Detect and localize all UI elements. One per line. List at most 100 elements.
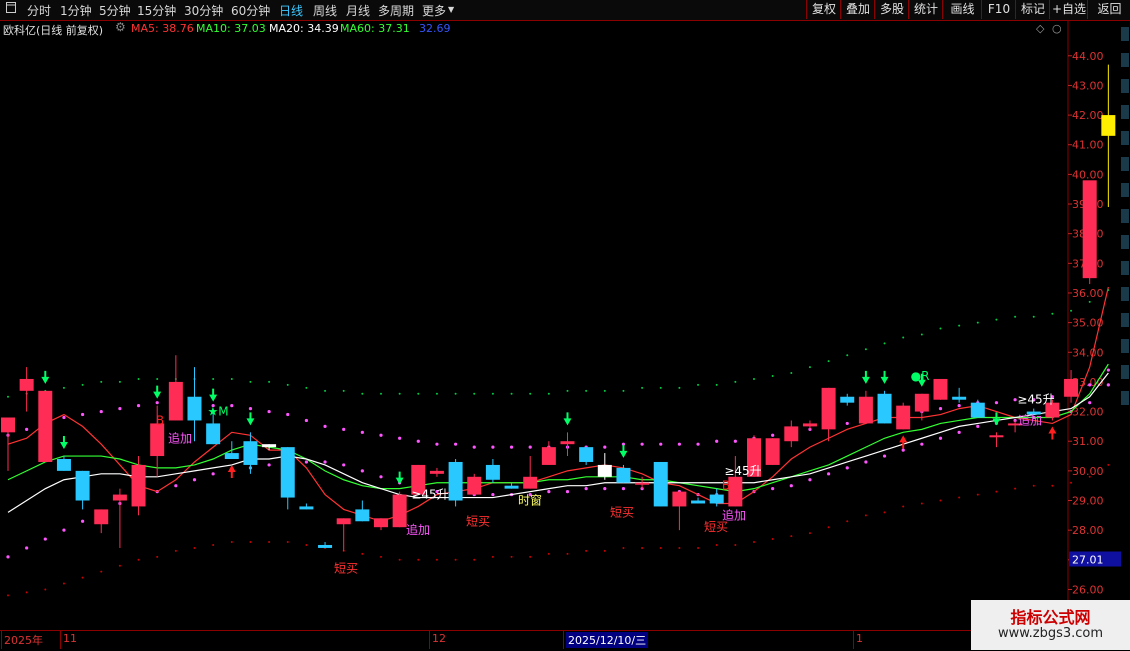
candle-body [504, 485, 519, 489]
indicator-dot [1014, 487, 1017, 490]
candle-body [224, 453, 239, 460]
down-arrow-icon [992, 412, 1001, 426]
side-tab[interactable] [1121, 105, 1129, 119]
candle-body [19, 378, 34, 391]
candle-body [728, 476, 743, 507]
date-tick-label: 2025/12/10/三 [566, 632, 649, 648]
candle-body [691, 500, 706, 504]
price-tick-label: 36.00 [1072, 287, 1104, 300]
side-tab[interactable] [1121, 261, 1129, 275]
up-arrow-icon [1048, 426, 1057, 440]
indicator-dot [584, 487, 588, 491]
indicator-dot [192, 478, 197, 482]
side-tab[interactable] [1121, 287, 1129, 301]
side-tab[interactable] [1121, 339, 1129, 353]
price-tick-label: 28.00 [1072, 524, 1104, 537]
indicator-dot [883, 511, 886, 514]
indicator-dot [286, 412, 290, 417]
price-tick-label: 26.00 [1072, 583, 1104, 596]
indicator-dot [753, 377, 755, 380]
indicator-dot [976, 321, 979, 324]
date-axis: 2025年 11 12 2025/12/10/三 1 [0, 630, 1068, 651]
indicator-dot [62, 415, 66, 420]
indicator-dot [100, 570, 103, 573]
candle-body [1064, 378, 1079, 397]
indicator-dot [1070, 309, 1073, 312]
indicator-dot [864, 348, 867, 351]
signal-label: 短买 [704, 520, 728, 534]
indicator-dot [659, 546, 662, 549]
indicator-dot [491, 392, 494, 395]
indicator-dot [622, 389, 625, 392]
price-tick-label: 32.00 [1072, 406, 1104, 419]
price-tick-label: 40.00 [1072, 168, 1104, 181]
date-tick-label: 12 [432, 632, 446, 645]
candle-body [765, 438, 780, 465]
indicator-dot [212, 377, 215, 380]
side-tab[interactable] [1121, 235, 1129, 249]
candle-body [970, 402, 985, 418]
watermark: 指标公式网 www.zbgs3.com [971, 600, 1130, 650]
indicator-dot [342, 463, 346, 467]
indicator-dot [603, 389, 606, 392]
indicator-dot [25, 546, 29, 550]
side-panel-strip[interactable] [1120, 21, 1130, 631]
candle-body [616, 467, 631, 483]
indicator-dot [995, 318, 998, 321]
candle-body [485, 464, 500, 480]
indicator-dot [1088, 401, 1092, 405]
indicator-dot [230, 404, 234, 408]
indicator-dot [305, 386, 308, 389]
indicator-dot [902, 336, 905, 339]
side-tab[interactable] [1121, 79, 1129, 93]
indicator-dot [641, 546, 644, 549]
indicator-dot [715, 543, 718, 546]
indicator-dot [697, 383, 700, 386]
indicator-dot [1014, 315, 1017, 318]
indicator-dot [379, 475, 383, 479]
candle-body [597, 464, 612, 477]
indicator-dot [939, 499, 942, 502]
signal-label: ≥45升 [724, 464, 761, 478]
price-tick-label: 42.00 [1072, 109, 1104, 122]
candle-body [280, 447, 295, 498]
price-tick-label: 41.00 [1072, 139, 1104, 152]
indicator-dot [1106, 383, 1110, 387]
indicator-dot [696, 442, 700, 446]
side-tab[interactable] [1121, 183, 1129, 197]
indicator-dot [585, 389, 588, 392]
candle-body [262, 444, 277, 448]
side-tab[interactable] [1121, 131, 1129, 145]
indicator-dot [641, 386, 644, 389]
indicator-dot [174, 549, 177, 552]
indicator-dot [790, 372, 793, 375]
side-tab[interactable] [1121, 27, 1129, 41]
side-tab[interactable] [1121, 313, 1129, 327]
indicator-dot [920, 333, 923, 336]
candle-body [952, 396, 967, 400]
candle-body [355, 509, 370, 522]
candle-body [75, 470, 90, 501]
indicator-dot [25, 427, 29, 431]
indicator-dot [6, 555, 10, 559]
side-tab[interactable] [1121, 53, 1129, 67]
indicator-dot [230, 541, 233, 544]
candle-body [896, 405, 911, 430]
candle-body [579, 447, 594, 462]
indicator-dot [1106, 368, 1110, 372]
date-tick [60, 631, 61, 649]
indicator-dot [472, 445, 476, 449]
indicator-dot [827, 526, 830, 529]
side-tab[interactable] [1121, 391, 1129, 405]
indicator-dot [510, 392, 513, 395]
side-tab[interactable] [1121, 365, 1129, 379]
down-arrow-icon [861, 370, 870, 384]
signal-label: ★M [207, 405, 228, 419]
indicator-dot [491, 492, 495, 497]
side-tab[interactable] [1121, 209, 1129, 223]
indicator-dot [398, 392, 401, 395]
indicator-dot [248, 407, 253, 411]
side-tab[interactable] [1121, 157, 1129, 171]
indicator-dot [473, 392, 476, 395]
indicator-dot [81, 519, 85, 523]
